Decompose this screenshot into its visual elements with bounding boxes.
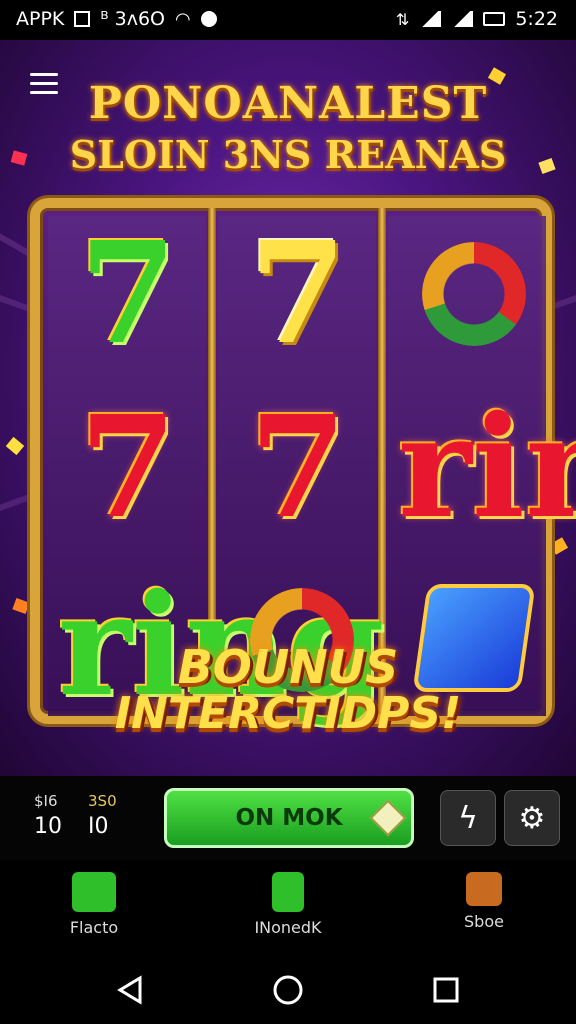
game-title-line1: PONOANALEST xyxy=(88,78,488,129)
lightning-icon: ϟ xyxy=(458,800,478,836)
settings-button[interactable]: ⚙ xyxy=(504,790,560,846)
data-icon: ⇅ xyxy=(395,9,410,29)
symbol-seven-gold: 7 xyxy=(249,212,347,376)
notification-icon xyxy=(74,11,91,27)
tab-missions-label: INonedK xyxy=(254,918,322,937)
tab-home-label: Flacto xyxy=(69,918,119,937)
shop-icon xyxy=(466,872,502,906)
symbol-seven-green: 7 xyxy=(79,212,177,376)
symbol-ring-icon xyxy=(422,242,526,346)
symbol-seven-red: 7 xyxy=(79,386,177,550)
game-title-line2: SLOIN 3NS REANAS xyxy=(69,132,507,177)
house-icon xyxy=(72,872,116,912)
status-time: 5:22 xyxy=(515,8,558,30)
confetti xyxy=(5,436,25,456)
turbo-button[interactable]: ϟ xyxy=(440,790,496,846)
bonus-text-line1: BOUNUS xyxy=(177,640,399,694)
status-bar: APPK ᴮ 3ᴧ6O ◠ ⇅ 5:22 xyxy=(0,0,576,40)
tab-home[interactable]: Flacto xyxy=(14,872,174,937)
symbol-seven-red: 7 xyxy=(249,386,347,550)
diamond-icon xyxy=(369,799,407,837)
gear-icon: ⚙ xyxy=(518,800,546,836)
back-icon[interactable] xyxy=(112,972,148,1008)
stat-2: 3S0 I0 xyxy=(88,792,117,839)
battery-icon xyxy=(483,12,506,26)
tab-shop[interactable]: Sboe xyxy=(404,872,564,931)
signal-icon xyxy=(419,11,442,27)
home-icon[interactable] xyxy=(270,972,306,1008)
bottom-tabs: Flacto INonedK Sboe xyxy=(0,860,576,956)
status-app-text: APPK xyxy=(16,8,65,30)
recents-icon[interactable] xyxy=(428,972,464,1008)
bonus-text-line2: INTERCTIDPS! xyxy=(114,688,462,739)
tab-shop-label: Sboe xyxy=(464,912,504,931)
system-nav-bar xyxy=(0,956,576,1024)
spin-button-label: ON MOK xyxy=(235,805,343,831)
spin-button[interactable]: ON MOK xyxy=(164,788,414,848)
stat-1-value: 10 xyxy=(34,814,62,839)
tab-missions[interactable]: INonedK xyxy=(208,872,368,937)
check-clipboard-icon xyxy=(272,872,304,912)
signal-icon-2 xyxy=(451,11,474,27)
slot-game-area[interactable]: PONOANALEST SLOIN 3NS REANAS 7 7 7 7 rin… xyxy=(0,40,576,776)
symbol-seven-red: ring xyxy=(398,386,576,550)
record-icon xyxy=(200,11,217,27)
confetti xyxy=(12,597,30,615)
wifi-icon: ◠ xyxy=(175,8,191,30)
stat-1-label: $I6 xyxy=(34,792,58,810)
stat-2-label: 3S0 xyxy=(88,792,117,810)
controls-bar: $I6 10 3S0 I0 ON MOK ϟ ⚙ xyxy=(0,776,576,860)
status-app-text-2: ᴮ 3ᴧ6O xyxy=(100,8,166,30)
stat-1: $I6 10 xyxy=(34,792,62,839)
stat-2-value: I0 xyxy=(88,814,109,839)
